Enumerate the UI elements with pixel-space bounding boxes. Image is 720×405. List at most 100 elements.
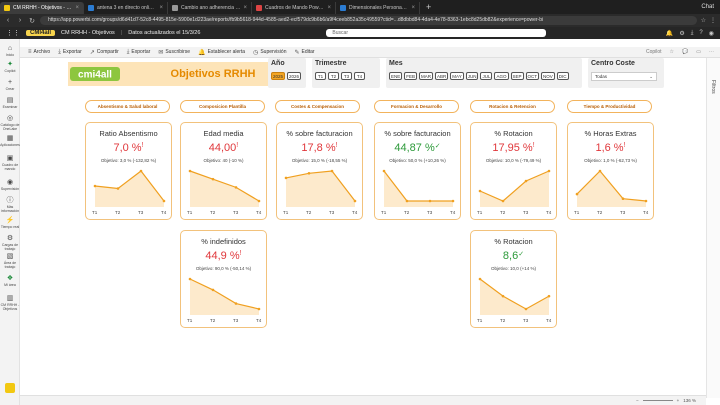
kpi-trend-point[interactable] <box>524 179 528 183</box>
bell-icon[interactable]: 🔔 <box>666 30 673 37</box>
close-icon[interactable]: × <box>243 5 247 11</box>
kpi-trend-point[interactable] <box>257 199 261 203</box>
kpi-trend-point[interactable] <box>598 169 602 173</box>
filter-anio-chip[interactable]: 2025 <box>271 72 286 80</box>
toolbar-item-archivo[interactable]: ≡ Archivo <box>28 49 50 55</box>
sidebar-item-copilot[interactable]: ✦ Copilot <box>0 61 20 73</box>
sidebar-item-inicio[interactable]: ⌂ Inicio <box>0 45 20 57</box>
close-icon[interactable]: × <box>75 5 79 11</box>
zoom-out-icon[interactable]: − <box>636 398 639 403</box>
filter-mes-chip[interactable]: FEB <box>404 72 418 80</box>
kpi-trend-point[interactable] <box>162 199 166 203</box>
kpi-trend-point[interactable] <box>188 277 192 281</box>
kpi-trend-point[interactable] <box>478 189 482 193</box>
kpi-trend-point[interactable] <box>93 184 97 188</box>
zoom-in-icon[interactable]: + <box>677 398 680 403</box>
sidebar-item-tiempo-real[interactable]: ⚡ Tiempo real <box>0 217 20 229</box>
sidebar-item-cuadro-de-mando[interactable]: ▣ Cuadro de mando <box>0 155 20 171</box>
filter-mes-chip[interactable]: MAR <box>419 72 434 80</box>
filter-mes-chip[interactable]: JUL <box>480 72 493 80</box>
close-icon[interactable]: × <box>411 5 415 11</box>
kpi-trend-point[interactable] <box>547 169 551 173</box>
zoom-slider[interactable] <box>642 400 673 401</box>
copilot-button[interactable]: Copilot <box>646 49 662 55</box>
sidebar-item-supervisi-n[interactable]: ◉ Supervisión <box>0 179 20 191</box>
help-icon[interactable]: ? <box>699 30 702 37</box>
filter-mes-chip[interactable]: MAY <box>450 72 464 80</box>
kpi-trend-point[interactable] <box>501 199 505 203</box>
kpi-trend-point[interactable] <box>547 294 551 298</box>
filter-anio-chip[interactable]: 2026 <box>287 72 302 80</box>
url-field[interactable]: https://app.powerbi.com/groups/d6d41d7-5… <box>40 16 697 25</box>
sidebar-item-m-s-informaci-n[interactable]: ⓘ Más información <box>0 197 20 213</box>
toolbar-item-compartir[interactable]: ↗ Compartir <box>90 49 119 56</box>
toolbar-item-establecer-alerta[interactable]: 🔔 Establecer alerta <box>198 49 245 56</box>
sidebar-item-mi-rea[interactable]: ❖ Mi área <box>0 275 20 287</box>
close-icon[interactable]: × <box>159 5 163 11</box>
chat-button[interactable]: Chat <box>701 4 714 10</box>
sidebar-item-crear[interactable]: + Crear <box>0 79 20 91</box>
star-icon[interactable]: ☆ <box>701 17 706 24</box>
browser-tab[interactable]: Dimensionales Personas | Sitio× <box>336 2 420 14</box>
kpi-trend-point[interactable] <box>353 199 357 203</box>
filter-trimestre-chip[interactable]: T3 <box>341 72 352 80</box>
kpi-trend-point[interactable] <box>478 277 482 281</box>
kpi-trend-point[interactable] <box>234 302 238 305</box>
kpi-trend-point[interactable] <box>405 199 409 203</box>
kpi-trend-point[interactable] <box>501 294 505 298</box>
more-icon[interactable]: ⋯ <box>709 49 714 55</box>
category-button[interactable]: Tiempo & Productividad <box>567 100 652 113</box>
kpi-trend-point[interactable] <box>234 186 238 189</box>
avatar[interactable]: ◉ <box>709 30 714 37</box>
bookmark-icon[interactable]: ☆ <box>670 49 674 55</box>
toolbar-item-suscribirse[interactable]: ✉ Suscribirse <box>158 49 190 56</box>
browser-tab[interactable]: Cuadros de Mando Power BI × <box>252 2 336 14</box>
powerbi-logo-icon[interactable] <box>5 383 15 393</box>
filter-mes-chip[interactable]: ENE <box>389 72 403 80</box>
category-button[interactable]: Rotacion & Retencion <box>470 100 555 113</box>
workspace-brand[interactable]: CMI4all <box>26 30 56 36</box>
toolbar-item-exportar[interactable]: ⤓ Exportar <box>58 49 82 56</box>
sidebar-item--rea-de-trabajo[interactable]: ▧ Área de trabajo <box>0 253 20 269</box>
toolbar-item-supervisi-n[interactable]: ◷ Supervisión <box>253 49 286 56</box>
kpi-trend-point[interactable] <box>188 169 192 173</box>
browser-tab[interactable]: antena 3 en directo online - Busc× <box>84 2 168 14</box>
browser-tab[interactable]: Cambio ano adherencia seconov× <box>168 2 252 14</box>
zoom-control[interactable]: − + 136 % <box>636 398 696 403</box>
kpi-trend-point[interactable] <box>211 288 215 292</box>
kpi-trend-point[interactable] <box>644 199 648 203</box>
centro-coste-dropdown[interactable]: Todas ⌄ <box>591 72 657 81</box>
filter-mes-chip[interactable]: OCT <box>525 72 540 80</box>
sidebar-item-examinar[interactable]: ▤ Examinar <box>0 97 20 109</box>
filter-trimestre-chip[interactable]: T1 <box>315 72 326 80</box>
extensions-icon[interactable]: ⋮ <box>710 17 716 24</box>
filter-mes-chip[interactable]: NOV <box>541 72 555 80</box>
app-launcher-icon[interactable]: ⋮⋮ <box>6 29 20 37</box>
view-icon[interactable]: ▭ <box>696 49 701 55</box>
kpi-trend-point[interactable] <box>139 169 143 173</box>
category-button[interactable]: Costes & Compensacion <box>275 100 360 113</box>
kpi-trend-point[interactable] <box>307 172 311 175</box>
kpi-trend-point[interactable] <box>575 192 579 196</box>
comment-icon[interactable]: 💬 <box>682 49 688 55</box>
filter-mes-chip[interactable]: ABR <box>435 72 449 80</box>
filter-trimestre-chip[interactable]: T4 <box>354 72 365 80</box>
filter-mes-chip[interactable]: DIC <box>556 72 569 80</box>
sidebar-item-cm-rrhh-objetivos[interactable]: ▥ CM RRHH - Objetivos <box>0 295 20 311</box>
reload-icon[interactable]: ↻ <box>28 17 36 25</box>
kpi-trend-point[interactable] <box>451 199 455 203</box>
new-tab-button[interactable]: + <box>420 2 437 12</box>
filter-mes-chip[interactable]: SEP <box>510 72 524 80</box>
filter-trimestre-chip[interactable]: T2 <box>328 72 339 80</box>
sidebar-item-cat-logo-de-onelake[interactable]: ◎ Catálogo de OneLake <box>0 115 20 131</box>
sidebar-item-aplicaciones[interactable]: ▦ Aplicaciones <box>0 135 20 147</box>
category-button[interactable]: Composicion Plantilla <box>180 100 265 113</box>
data-updated-label[interactable]: Datos actualizados el 15/3/26 <box>128 30 200 36</box>
report-name[interactable]: CM RRHH - Objetivos <box>61 30 115 36</box>
download-icon[interactable]: ⤓ <box>691 30 694 37</box>
kpi-trend-point[interactable] <box>284 176 288 180</box>
back-icon[interactable]: ‹ <box>4 17 12 24</box>
forward-icon[interactable]: › <box>16 17 24 24</box>
search-input[interactable]: Buscar <box>326 29 547 37</box>
gear-icon[interactable]: ⚙ <box>679 30 684 37</box>
